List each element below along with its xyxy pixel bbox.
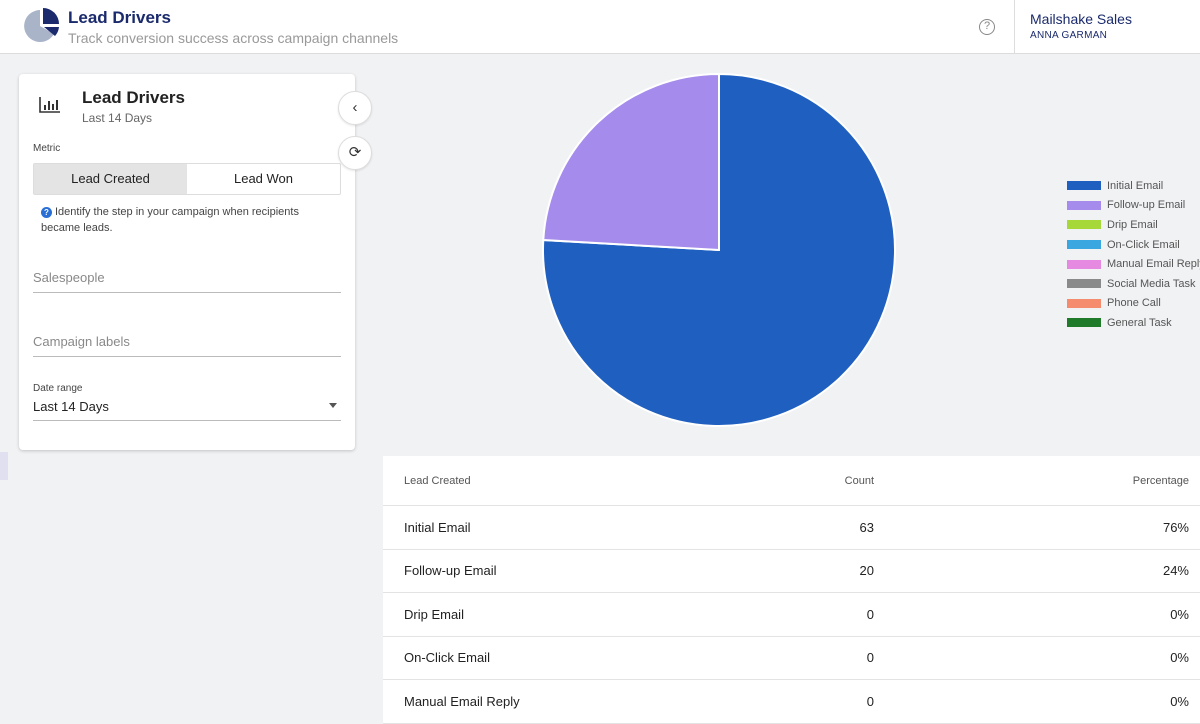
channel-cell: Manual Email Reply — [404, 693, 520, 709]
legend-label: General Task — [1107, 316, 1172, 329]
percentage-cell: 24% — [1162, 563, 1189, 579]
legend-swatch — [1067, 318, 1101, 328]
table-row: Drip Email 0 0% — [383, 593, 1200, 637]
salespeople-input[interactable]: Salespeople — [33, 270, 341, 293]
legend-item[interactable]: Initial Email — [1067, 176, 1200, 196]
legend-label: Manual Email Reply — [1107, 258, 1200, 271]
app-header: Lead Drivers Track conversion success ac… — [0, 0, 1200, 54]
info-icon: ? — [41, 207, 52, 218]
user-name: ANNA GARMAN — [1030, 30, 1108, 41]
count-cell: 20 — [859, 563, 874, 579]
metric-lead-created[interactable]: Lead Created — [34, 164, 187, 194]
pie-chart — [542, 72, 896, 427]
channel-cell: Follow-up Email — [404, 563, 497, 579]
date-range-select[interactable]: Last 14 Days — [33, 399, 341, 421]
table-row: On-Click Email 0 0% — [383, 637, 1200, 680]
chevron-left-icon[interactable]: ‹ — [338, 91, 372, 125]
percentage-cell: 0% — [1170, 650, 1189, 666]
header-percentage: Percentage — [1132, 474, 1189, 487]
page-subtitle: Track conversion success across campaign… — [68, 30, 399, 46]
metric-hint: ? Identify the step in your campaign when… — [41, 204, 341, 236]
legend-label: Follow-up Email — [1107, 199, 1186, 212]
refresh-icon[interactable]: ⟳ — [338, 136, 372, 170]
channel-cell: Drip Email — [404, 606, 464, 622]
results-table: Lead Created Count Percentage Initial Em… — [383, 456, 1200, 724]
channel-cell: On-Click Email — [404, 650, 490, 666]
hint-text: Identify the step in your campaign when … — [41, 206, 299, 234]
account-menu[interactable]: Mailshake Sales ANNA GARMAN — [1014, 0, 1147, 54]
count-cell: 0 — [866, 606, 874, 622]
legend-item[interactable]: Phone Call — [1067, 294, 1200, 314]
legend-item[interactable]: General Task — [1067, 313, 1200, 333]
chart-legend: Initial Email Follow-up Email Drip Email On… — [1067, 176, 1200, 333]
legend-swatch — [1067, 298, 1101, 308]
legend-swatch — [1067, 259, 1101, 269]
channel-cell: Initial Email — [404, 519, 471, 535]
campaign-labels-input[interactable]: Campaign labels — [33, 334, 341, 357]
date-range-label: Date range — [33, 383, 83, 394]
legend-item[interactable]: Manual Email Reply — [1067, 254, 1200, 274]
table-header: Lead Created Count Percentage — [383, 456, 1200, 506]
metric-toggle: Lead Created Lead Won — [33, 163, 341, 195]
legend-label: Drip Email — [1107, 218, 1158, 231]
legend-swatch — [1067, 220, 1101, 230]
pie-chart-logo-icon — [24, 8, 59, 42]
filter-panel: Lead Drivers Last 14 Days Metric Lead Cr… — [19, 74, 355, 450]
count-cell: 0 — [866, 693, 874, 709]
table-row: Initial Email 63 76% — [383, 506, 1200, 550]
percentage-cell: 0% — [1170, 693, 1189, 709]
caret-down-icon — [329, 403, 337, 408]
header-count: Count — [844, 474, 874, 487]
percentage-cell: 0% — [1170, 606, 1189, 622]
table-row: Manual Email Reply 0 0% — [383, 680, 1200, 724]
legend-swatch — [1067, 240, 1101, 250]
legend-swatch — [1067, 200, 1101, 210]
panel-title: Lead Drivers — [82, 88, 185, 107]
legend-item[interactable]: Drip Email — [1067, 215, 1200, 235]
legend-item[interactable]: Follow-up Email — [1067, 196, 1200, 216]
legend-label: On-Click Email — [1107, 238, 1180, 251]
bar-chart-icon — [39, 96, 61, 117]
legend-swatch — [1067, 181, 1101, 191]
page-title: Lead Drivers — [68, 8, 171, 27]
count-cell: 0 — [866, 650, 874, 666]
table-row: Follow-up Email 20 24% — [383, 550, 1200, 593]
date-range-value: Last 14 Days — [33, 399, 109, 414]
question-circle-icon[interactable]: ? — [979, 19, 995, 35]
panel-subtitle: Last 14 Days — [82, 111, 153, 125]
metric-lead-won[interactable]: Lead Won — [187, 164, 340, 194]
side-tab[interactable] — [0, 452, 8, 480]
percentage-cell: 76% — [1162, 519, 1189, 535]
legend-item[interactable]: Social Media Task — [1067, 274, 1200, 294]
legend-swatch — [1067, 279, 1101, 289]
metric-label: Metric — [33, 143, 61, 154]
legend-item[interactable]: On-Click Email — [1067, 235, 1200, 255]
legend-label: Phone Call — [1107, 297, 1161, 310]
header-lead-created: Lead Created — [404, 474, 471, 487]
legend-label: Social Media Task — [1107, 277, 1196, 290]
count-cell: 63 — [859, 519, 874, 535]
account-name: Mailshake Sales — [1030, 11, 1132, 27]
pie-slice-follow-up-email[interactable] — [542, 72, 720, 252]
legend-label: Initial Email — [1107, 179, 1164, 192]
